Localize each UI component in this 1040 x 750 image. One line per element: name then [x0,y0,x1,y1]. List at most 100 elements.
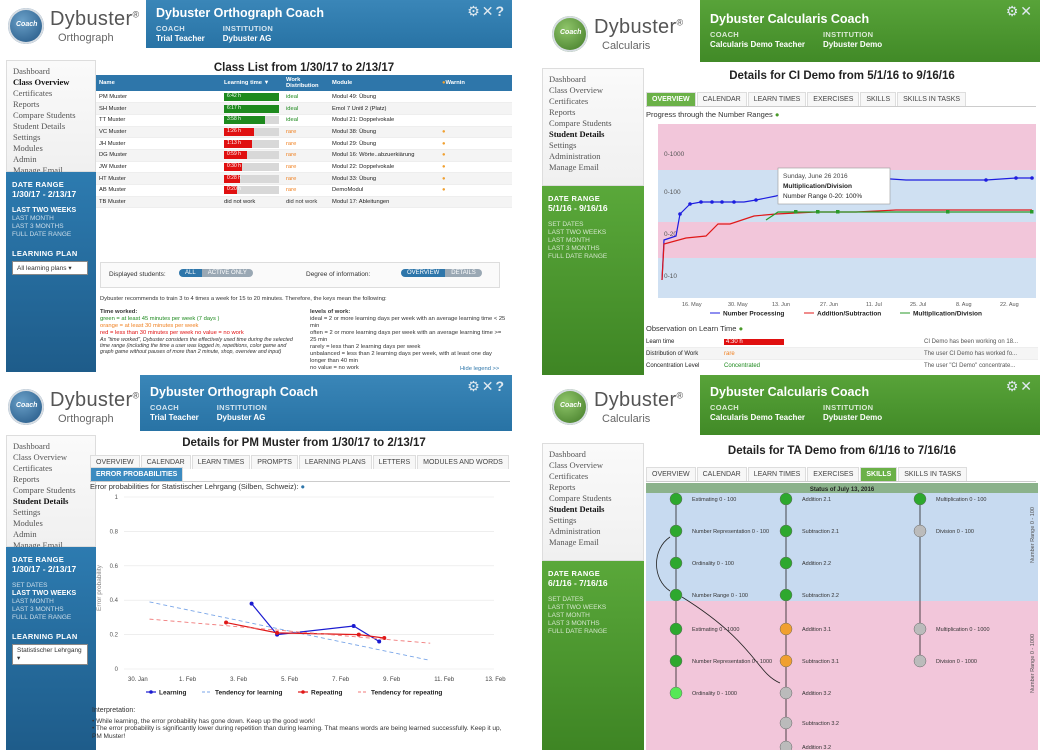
dybuster-logo[interactable]: Coach Dybuster® Orthograph [8,6,148,52]
tab-calendar[interactable]: CALENDAR [696,467,747,481]
nav-item[interactable]: Student Details [13,121,89,132]
nav-item[interactable]: Certificates [549,96,637,107]
overview-toggle-button[interactable]: OVERVIEW [401,269,446,277]
tab-exercises[interactable]: EXERCISES [807,92,860,106]
nav-item[interactable]: Class Overview [549,85,637,96]
date-link[interactable]: LAST TWO WEEKS [548,604,638,612]
nav-item[interactable]: Reports [549,482,637,493]
tab-skills[interactable]: SKILLS [860,92,897,106]
skill-node[interactable] [913,492,927,506]
column-header-name[interactable]: Name [96,75,221,91]
column-header-work-distribution[interactable]: Work Distribution [283,75,329,91]
skill-node[interactable] [669,622,683,636]
filter-all-button[interactable]: ALL [179,269,202,277]
nav-item-active[interactable]: Student Details [13,496,89,507]
nav-item[interactable]: Dashboard [549,74,637,85]
skill-node[interactable] [913,654,927,668]
table-row[interactable]: AB Muster 0:20 h rare DemoModul ● [96,184,512,197]
nav-item[interactable]: Compare Students [549,493,637,504]
nav-item[interactable]: Dashboard [13,441,89,452]
date-link[interactable]: LAST TWO WEEKS [12,590,90,598]
tab-learn-times[interactable]: LEARN TIMES [747,92,807,106]
skill-node[interactable] [779,686,793,700]
tab-learn-times[interactable]: LEARN TIMES [747,467,807,481]
settings-close-icon[interactable]: ⚙✕ [1006,378,1034,395]
tab-skills[interactable]: SKILLS [860,467,898,481]
warning-icon[interactable]: ● [442,141,446,147]
nav-item[interactable]: Settings [13,507,89,518]
nav-item[interactable]: Reports [13,99,89,110]
nav-item-active[interactable]: Class Overview [13,77,89,88]
learning-plan-select[interactable]: Statistischer Lehrgang ▾ [12,644,88,665]
nav-item[interactable]: Manage Email [549,537,637,548]
nav-item[interactable]: Dashboard [549,449,637,460]
nav-item-active[interactable]: Student Details [549,129,637,140]
nav-item[interactable]: Manage Email [549,162,637,173]
skill-node[interactable] [779,492,793,506]
tab-overview[interactable]: OVERVIEW [646,92,696,106]
column-header-learning-time[interactable]: Learning time ▼ [221,75,283,91]
tab-skills-in-tasks[interactable]: SKILLS IN TASKS [897,92,967,106]
column-header-module[interactable]: Module [329,75,439,91]
student-name[interactable]: HT Muster [96,172,221,185]
dybuster-logo[interactable]: Coach Dybuster® Calcularis [552,387,692,433]
date-link[interactable]: LAST 3 MONTHS [12,223,90,231]
nav-item[interactable]: Administration [549,526,637,537]
nav-item[interactable]: Class Overview [13,452,89,463]
nav-item[interactable]: Modules [13,518,89,529]
nav-item[interactable]: Modules [13,143,89,154]
dybuster-logo[interactable]: Coach Dybuster® Calcularis [552,14,692,60]
table-row[interactable]: JW Muster 0:30 h rare Modul 22: Doppelvokal… [96,161,512,174]
table-row[interactable]: TT Muster 3:58 h ideal Modul 21: Doppelvoka… [96,114,512,127]
warning-icon[interactable]: ● [442,176,446,182]
tab-calendar[interactable]: CALENDAR [696,92,747,106]
nav-item[interactable]: Reports [549,107,637,118]
date-link[interactable]: LAST 3 MONTHS [12,606,90,614]
settings-close-help-icon[interactable]: ⚙✕? [467,378,506,395]
skill-node[interactable] [669,654,683,668]
student-name[interactable]: TB Muster [96,196,221,209]
nav-item[interactable]: Class Overview [549,460,637,471]
date-link[interactable]: FULL DATE RANGE [548,628,638,636]
tab-skills-in-tasks[interactable]: SKILLS IN TASKS [898,467,968,481]
nav-item-active[interactable]: Student Details [549,504,637,515]
date-link[interactable]: LAST TWO WEEKS [12,207,90,215]
skill-node[interactable] [669,556,683,570]
skill-node[interactable] [669,686,683,700]
skill-node[interactable] [779,654,793,668]
learning-plan-select[interactable]: All learning plans ▾ [12,261,88,275]
warning-icon[interactable]: ● [442,129,446,135]
date-link[interactable]: LAST MONTH [12,598,90,606]
nav-item[interactable]: Compare Students [13,110,89,121]
student-name[interactable]: AB Muster [96,184,221,197]
details-toggle-button[interactable]: DETAILS [445,269,482,277]
skill-node[interactable] [779,556,793,570]
warning-icon[interactable]: ● [442,164,446,170]
date-link[interactable]: SET DATES [548,221,638,229]
skill-node[interactable] [779,524,793,538]
date-link[interactable]: LAST 3 MONTHS [548,245,638,253]
table-row[interactable]: HT Muster 0:28 h rare Modul 33: Übung ● [96,172,512,185]
date-link[interactable]: LAST 3 MONTHS [548,620,638,628]
nav-item[interactable]: Dashboard [13,66,89,77]
warning-icon[interactable]: ● [442,152,446,158]
table-row[interactable]: DG Muster 0:59 h rare Modul 16: Wörte..abzu… [96,149,512,162]
student-name[interactable]: VC Muster [96,126,221,139]
nav-item[interactable]: Settings [13,132,89,143]
skill-node[interactable] [779,588,793,602]
nav-item[interactable]: Certificates [13,463,89,474]
warning-icon[interactable]: ● [442,187,446,193]
tab-error-probabilities[interactable]: ERROR PROBABILITIES [90,467,184,481]
nav-item[interactable]: Admin [13,529,89,540]
skill-node[interactable] [779,622,793,636]
skill-node[interactable] [669,588,683,602]
table-row[interactable]: PM Muster 6:42 h ideal Modul 49: Übung [96,91,512,104]
nav-item[interactable]: Compare Students [13,485,89,496]
table-row[interactable]: SH Muster 6:17 h ideal Emol 7 Unitl 2 (Plat… [96,102,512,115]
date-link[interactable]: FULL DATE RANGE [548,253,638,261]
date-link[interactable]: LAST MONTH [12,215,90,223]
skill-node[interactable] [913,524,927,538]
skill-node[interactable] [669,492,683,506]
tab-overview[interactable]: OVERVIEW [646,467,696,481]
date-link[interactable]: FULL DATE RANGE [12,231,90,239]
